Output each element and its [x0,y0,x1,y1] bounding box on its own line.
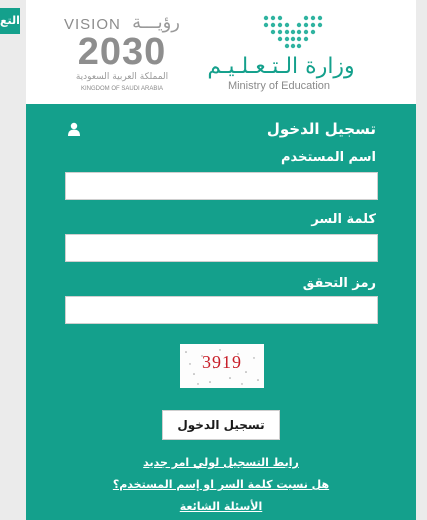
vision-word-ar: رؤيـــة [132,12,180,33]
login-form: تسجيل الدخول اسم المستخدم كلمة السر رمز … [26,104,416,520]
username-input[interactable] [65,172,378,200]
side-tab-label: التع [0,14,20,27]
kingdom-name-ar: المملكة العربية السعودية [75,72,169,82]
login-panel: VISION رؤيـــة 2030 المملكة العربية السع… [26,0,416,520]
password-label: كلمة السر [311,212,376,227]
kingdom-name-en: KINGDOM OF SAUDI ARABIA [80,86,163,92]
ministry-dots-icon [263,15,323,49]
captcha-image: 3919 [180,344,264,388]
parent-register-link[interactable]: رابط التسجيل لولي امر جديد [26,456,416,469]
header: VISION رؤيـــة 2030 المملكة العربية السع… [26,0,416,104]
captcha-code: 3919 [202,352,242,372]
password-input[interactable] [65,234,378,262]
user-icon [68,122,80,136]
login-title: تسجيل الدخول [266,120,376,138]
username-label: اسم المستخدم [281,150,376,165]
login-button[interactable]: تسجيل الدخول [162,410,280,440]
captcha-input[interactable] [65,296,378,324]
forgot-credentials-link[interactable]: هل نسيت كلمة السر او إسم المستخدم؟ [26,478,416,491]
faq-link[interactable]: الأسئلة الشائعة [26,500,416,513]
vision-year: 2030 [77,31,167,73]
ministry-name-ar: وزارة الـتـعـلـيـم [207,54,355,79]
side-tab[interactable]: التع [0,8,20,34]
vision-2030-logo: VISION رؤيـــة 2030 المملكة العربية السع… [62,10,182,96]
captcha-label: رمز التحقق [302,276,376,291]
ministry-logo: وزارة الـتـعـلـيـم Ministry of Education [204,10,404,96]
ministry-name-en: Ministry of Education [227,80,331,92]
